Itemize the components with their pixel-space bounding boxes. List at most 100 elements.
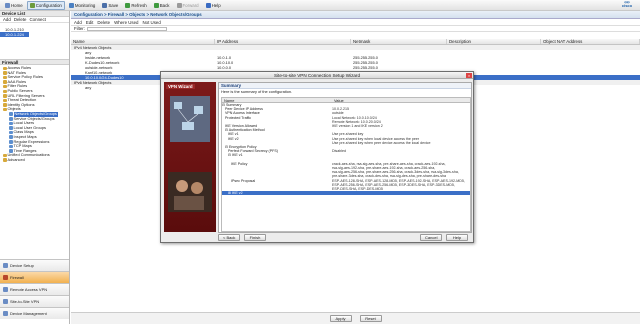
left-panel: Device List Add Delete Connect 10.0.1.210 1… <box>0 11 70 324</box>
object-actions-bar: Add Edit Delete Where Used Not Used <box>71 19 640 26</box>
reset-button[interactable]: Reset <box>359 315 382 322</box>
filter-label: Filter: <box>74 26 85 31</box>
tree-item-label: Advanced <box>7 156 25 162</box>
wizard-device-icon <box>174 102 182 109</box>
device-list-empty-area <box>0 37 69 59</box>
cancel-button[interactable]: Cancel <box>420 234 443 241</box>
finish-button[interactable]: Finish <box>244 234 266 241</box>
nav-buttons: Device Setup Firewall Remote Access VPN Sit… <box>0 259 69 319</box>
wizard-title-bar: Site-to-site VPN Connection Setup Wizard… <box>161 72 473 79</box>
firewall-icon <box>3 275 8 280</box>
help-toolbar-button[interactable]: Help <box>203 1 224 10</box>
nav-label: Remote Access VPN <box>10 287 48 292</box>
home-toolbar-label: Home <box>11 2 23 8</box>
column-header-name[interactable]: Name <box>71 39 215 44</box>
help-button[interactable]: Help <box>446 234 468 241</box>
nav-remote-access-vpn[interactable]: Remote Access VPN <box>0 283 69 295</box>
toolbar-items: Home Configuration Monitoring Save Refresh Ba… <box>2 0 225 10</box>
tree-item-icon <box>3 158 7 162</box>
nav-device-setup[interactable]: Device Setup <box>0 259 69 271</box>
column-header-netmask[interactable]: Netmask <box>351 39 447 44</box>
tree-item-icon <box>9 130 13 135</box>
close-icon[interactable]: × <box>466 73 472 78</box>
monitoring-toolbar-button[interactable]: Monitoring <box>66 1 99 10</box>
delete-device-button[interactable]: Delete <box>14 17 27 22</box>
tree-item-icon <box>9 112 13 116</box>
tree-item-icon <box>3 94 7 98</box>
filter-bar: Filter: <box>71 26 640 32</box>
summary-col-name: Name <box>224 98 235 103</box>
device-setup-icon <box>3 263 8 268</box>
forward-icon <box>176 2 182 8</box>
apply-button[interactable]: Apply <box>329 315 352 322</box>
device-list: 10.0.1.210 10.0.1.224 <box>0 27 69 37</box>
tree-item-icon <box>3 66 7 71</box>
main-toolbar: Home Configuration Monitoring Save Refresh Ba… <box>0 0 640 11</box>
back-toolbar-label: Back <box>159 2 170 8</box>
forward-toolbar-button[interactable]: Forward <box>174 1 202 10</box>
wizard-buttons: < Back Finish Cancel Help <box>218 234 472 242</box>
help-icon <box>205 2 211 8</box>
add-device-button[interactable]: Add <box>3 17 11 22</box>
add-object-button[interactable]: Add <box>74 20 82 25</box>
column-header-ip-address[interactable]: IP Address <box>215 39 351 44</box>
tree-item-advanced[interactable]: Advanced <box>0 156 69 163</box>
refresh-toolbar-button[interactable]: Refresh <box>122 1 149 10</box>
summary-col-value: Value <box>334 98 344 103</box>
nav-device-management[interactable]: Device Management <box>0 307 69 319</box>
configuration-toolbar-button[interactable]: Configuration <box>26 0 65 10</box>
tree-item-icon <box>9 121 13 126</box>
summary-table: Name Value ⊟ Summary Peer Device IP Addr… <box>221 97 471 232</box>
save-toolbar-button[interactable]: Save <box>99 1 121 10</box>
not-used-object-button[interactable]: Not Used <box>143 20 161 25</box>
delete-object-button[interactable]: Delete <box>97 20 110 25</box>
edit-object-button[interactable]: Edit <box>86 20 94 25</box>
back-toolbar-button[interactable]: Back <box>151 1 173 10</box>
wizard-side-image: VPN Wizard <box>164 82 216 232</box>
column-header-description[interactable]: Description <box>447 39 541 44</box>
wizard-photo-person <box>176 180 188 192</box>
wizard-title: Site-to-site VPN Connection Setup Wizard <box>273 73 361 78</box>
tree-item-icon <box>3 89 7 94</box>
object-nat <box>541 85 640 90</box>
connect-device-button[interactable]: Connect <box>30 17 46 22</box>
summary-row[interactable]: ⊞ IKE v2 <box>222 191 470 196</box>
tree-item-icon <box>9 135 13 139</box>
nav-label: Device Setup <box>10 263 34 268</box>
wizard-intro: Here is the summary of the configuration… <box>221 89 293 94</box>
firewall-tree: Access Rules NAT Rules Service Policy Rule… <box>0 65 69 162</box>
apply-bar: Apply Reset <box>71 312 640 324</box>
wizard-illustration <box>168 96 212 212</box>
help-toolbar-label: Help <box>211 2 221 8</box>
remote-access-vpn-icon <box>3 287 8 292</box>
where-used-object-button[interactable]: Where Used <box>114 20 138 25</box>
home-icon <box>5 2 10 8</box>
tree-item-icon <box>3 107 7 112</box>
column-header-object-nat-address[interactable]: Object NAT Address <box>541 39 640 44</box>
refresh-icon <box>125 2 131 8</box>
wizard-photo-person <box>191 182 203 194</box>
back-button[interactable]: < Back <box>218 234 241 241</box>
tree-item-icon <box>9 117 13 121</box>
save-icon <box>102 2 108 8</box>
nav-label: Firewall <box>10 275 24 280</box>
tree-item-icon <box>3 103 7 107</box>
home-toolbar-button[interactable]: Home <box>2 1 26 10</box>
wizard-device-icon <box>194 106 203 114</box>
tree-item-icon <box>9 140 13 144</box>
filter-input[interactable] <box>86 26 167 31</box>
cisco-logo-text: cisco <box>621 3 633 8</box>
refresh-toolbar-label: Refresh <box>131 2 147 8</box>
device-management-icon <box>3 311 8 316</box>
nav-site-to-site-vpn[interactable]: Site-to-Site VPN <box>0 295 69 307</box>
cisco-logo: ı|ı|ı|ı cisco <box>618 0 636 10</box>
summary-name: ⊞ IKE v2 <box>222 191 243 196</box>
tree-item-icon <box>9 144 13 149</box>
wizard-photo-desk <box>174 196 204 210</box>
forward-toolbar-label: Forward <box>182 2 199 8</box>
configuration-toolbar-label: Configuration <box>35 2 62 8</box>
save-toolbar-label: Save <box>108 2 119 8</box>
back-icon <box>153 2 159 8</box>
wizard-content: Summary Here is the summary of the confi… <box>218 82 472 233</box>
nav-firewall[interactable]: Firewall <box>0 271 69 283</box>
